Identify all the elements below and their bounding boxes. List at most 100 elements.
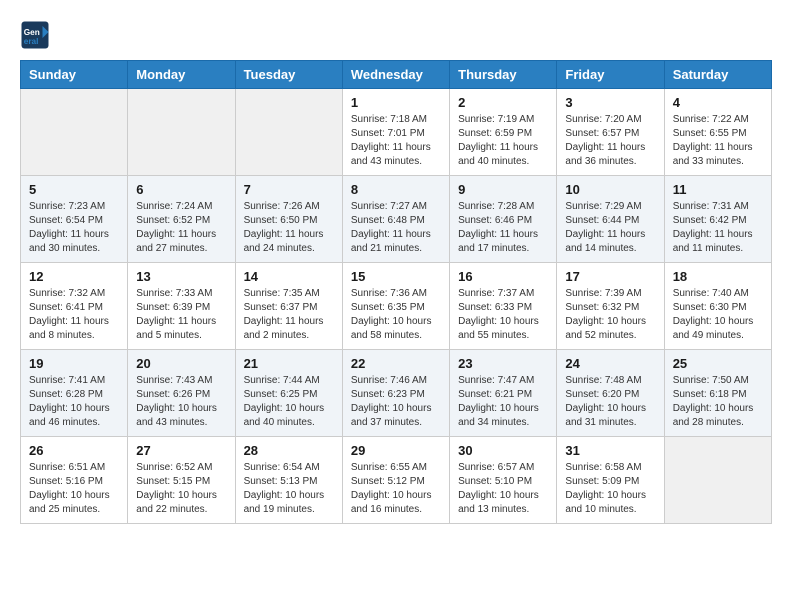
day-info: Sunrise: 7:24 AM Sunset: 6:52 PM Dayligh…: [136, 200, 226, 256]
day-info: Sunrise: 7:28 AM Sunset: 6:46 PM Dayligh…: [458, 200, 548, 256]
calendar-cell: 13 Sunrise: 7:33 AM Sunset: 6:39 PM Dayli…: [128, 263, 235, 350]
column-header-wednesday: Wednesday: [342, 61, 449, 89]
day-number: 3: [565, 95, 655, 110]
day-number: 29: [351, 443, 441, 458]
calendar-cell: 14 Sunrise: 7:35 AM Sunset: 6:37 PM Dayli…: [235, 263, 342, 350]
column-header-thursday: Thursday: [450, 61, 557, 89]
day-info: Sunrise: 7:48 AM Sunset: 6:20 PM Dayligh…: [565, 374, 655, 430]
day-number: 13: [136, 269, 226, 284]
calendar-cell: 3 Sunrise: 7:20 AM Sunset: 6:57 PM Daylig…: [557, 89, 664, 176]
day-number: 23: [458, 356, 548, 371]
day-number: 28: [244, 443, 334, 458]
svg-text:eral: eral: [24, 37, 39, 46]
day-number: 17: [565, 269, 655, 284]
day-info: Sunrise: 6:52 AM Sunset: 5:15 PM Dayligh…: [136, 461, 226, 517]
day-number: 21: [244, 356, 334, 371]
calendar-header-row: SundayMondayTuesdayWednesdayThursdayFrid…: [21, 61, 772, 89]
calendar-week-row: 5 Sunrise: 7:23 AM Sunset: 6:54 PM Daylig…: [21, 176, 772, 263]
day-info: Sunrise: 7:46 AM Sunset: 6:23 PM Dayligh…: [351, 374, 441, 430]
day-info: Sunrise: 7:32 AM Sunset: 6:41 PM Dayligh…: [29, 287, 119, 343]
day-number: 19: [29, 356, 119, 371]
calendar-cell: 2 Sunrise: 7:19 AM Sunset: 6:59 PM Daylig…: [450, 89, 557, 176]
column-header-sunday: Sunday: [21, 61, 128, 89]
calendar-cell: 19 Sunrise: 7:41 AM Sunset: 6:28 PM Dayli…: [21, 350, 128, 437]
day-info: Sunrise: 6:57 AM Sunset: 5:10 PM Dayligh…: [458, 461, 548, 517]
day-number: 11: [673, 182, 763, 197]
day-number: 16: [458, 269, 548, 284]
day-info: Sunrise: 7:29 AM Sunset: 6:44 PM Dayligh…: [565, 200, 655, 256]
day-number: 2: [458, 95, 548, 110]
day-info: Sunrise: 7:37 AM Sunset: 6:33 PM Dayligh…: [458, 287, 548, 343]
calendar-cell: 21 Sunrise: 7:44 AM Sunset: 6:25 PM Dayli…: [235, 350, 342, 437]
column-header-tuesday: Tuesday: [235, 61, 342, 89]
day-number: 12: [29, 269, 119, 284]
day-number: 10: [565, 182, 655, 197]
day-number: 30: [458, 443, 548, 458]
logo-icon: Gen eral: [20, 20, 50, 50]
day-info: Sunrise: 7:35 AM Sunset: 6:37 PM Dayligh…: [244, 287, 334, 343]
day-number: 6: [136, 182, 226, 197]
day-info: Sunrise: 7:23 AM Sunset: 6:54 PM Dayligh…: [29, 200, 119, 256]
calendar-cell: 5 Sunrise: 7:23 AM Sunset: 6:54 PM Daylig…: [21, 176, 128, 263]
day-number: 1: [351, 95, 441, 110]
calendar-cell: [128, 89, 235, 176]
calendar-cell: 29Sunrise: 6:55 AM Sunset: 5:12 PM Dayli…: [342, 437, 449, 524]
calendar-cell: 4 Sunrise: 7:22 AM Sunset: 6:55 PM Daylig…: [664, 89, 771, 176]
calendar-cell: 12 Sunrise: 7:32 AM Sunset: 6:41 PM Dayli…: [21, 263, 128, 350]
calendar-cell: 7Sunrise: 7:26 AM Sunset: 6:50 PM Daylig…: [235, 176, 342, 263]
calendar-cell: 22 Sunrise: 7:46 AM Sunset: 6:23 PM Dayli…: [342, 350, 449, 437]
day-number: 26: [29, 443, 119, 458]
day-info: Sunrise: 6:51 AM Sunset: 5:16 PM Dayligh…: [29, 461, 119, 517]
calendar-cell: 9 Sunrise: 7:28 AM Sunset: 6:46 PM Daylig…: [450, 176, 557, 263]
calendar-cell: 24 Sunrise: 7:48 AM Sunset: 6:20 PM Dayli…: [557, 350, 664, 437]
logo: Gen eral: [20, 20, 54, 50]
calendar-cell: 25 Sunrise: 7:50 AM Sunset: 6:18 PM Dayli…: [664, 350, 771, 437]
column-header-saturday: Saturday: [664, 61, 771, 89]
calendar-week-row: 1 Sunrise: 7:18 AM Sunset: 7:01 PM Daylig…: [21, 89, 772, 176]
day-number: 18: [673, 269, 763, 284]
page-header: Gen eral: [20, 20, 772, 50]
day-info: Sunrise: 7:43 AM Sunset: 6:26 PM Dayligh…: [136, 374, 226, 430]
day-number: 4: [673, 95, 763, 110]
calendar-cell: 6 Sunrise: 7:24 AM Sunset: 6:52 PM Daylig…: [128, 176, 235, 263]
day-info: Sunrise: 7:40 AM Sunset: 6:30 PM Dayligh…: [673, 287, 763, 343]
day-number: 9: [458, 182, 548, 197]
calendar-week-row: 12 Sunrise: 7:32 AM Sunset: 6:41 PM Dayli…: [21, 263, 772, 350]
day-info: Sunrise: 7:20 AM Sunset: 6:57 PM Dayligh…: [565, 113, 655, 169]
calendar-cell: 17Sunrise: 7:39 AM Sunset: 6:32 PM Dayli…: [557, 263, 664, 350]
day-number: 5: [29, 182, 119, 197]
day-info: Sunrise: 7:22 AM Sunset: 6:55 PM Dayligh…: [673, 113, 763, 169]
day-number: 31: [565, 443, 655, 458]
calendar-cell: 30 Sunrise: 6:57 AM Sunset: 5:10 PM Dayli…: [450, 437, 557, 524]
calendar-table: SundayMondayTuesdayWednesdayThursdayFrid…: [20, 60, 772, 524]
day-info: Sunrise: 7:33 AM Sunset: 6:39 PM Dayligh…: [136, 287, 226, 343]
calendar-cell: 20Sunrise: 7:43 AM Sunset: 6:26 PM Dayli…: [128, 350, 235, 437]
day-number: 25: [673, 356, 763, 371]
calendar-week-row: 19 Sunrise: 7:41 AM Sunset: 6:28 PM Dayli…: [21, 350, 772, 437]
calendar-cell: [664, 437, 771, 524]
calendar-cell: 28Sunrise: 6:54 AM Sunset: 5:13 PM Dayli…: [235, 437, 342, 524]
calendar-cell: 15Sunrise: 7:36 AM Sunset: 6:35 PM Dayli…: [342, 263, 449, 350]
calendar-cell: 26 Sunrise: 6:51 AM Sunset: 5:16 PM Dayli…: [21, 437, 128, 524]
day-info: Sunrise: 7:41 AM Sunset: 6:28 PM Dayligh…: [29, 374, 119, 430]
day-number: 22: [351, 356, 441, 371]
column-header-monday: Monday: [128, 61, 235, 89]
day-number: 24: [565, 356, 655, 371]
day-info: Sunrise: 7:50 AM Sunset: 6:18 PM Dayligh…: [673, 374, 763, 430]
day-info: Sunrise: 7:47 AM Sunset: 6:21 PM Dayligh…: [458, 374, 548, 430]
day-info: Sunrise: 7:36 AM Sunset: 6:35 PM Dayligh…: [351, 287, 441, 343]
day-number: 14: [244, 269, 334, 284]
calendar-cell: [21, 89, 128, 176]
calendar-cell: 1 Sunrise: 7:18 AM Sunset: 7:01 PM Daylig…: [342, 89, 449, 176]
day-info: Sunrise: 7:27 AM Sunset: 6:48 PM Dayligh…: [351, 200, 441, 256]
svg-text:Gen: Gen: [24, 28, 40, 37]
day-info: Sunrise: 6:58 AM Sunset: 5:09 PM Dayligh…: [565, 461, 655, 517]
calendar-cell: 8 Sunrise: 7:27 AM Sunset: 6:48 PM Daylig…: [342, 176, 449, 263]
calendar-cell: 11Sunrise: 7:31 AM Sunset: 6:42 PM Dayli…: [664, 176, 771, 263]
day-number: 8: [351, 182, 441, 197]
calendar-cell: [235, 89, 342, 176]
day-info: Sunrise: 7:19 AM Sunset: 6:59 PM Dayligh…: [458, 113, 548, 169]
day-info: Sunrise: 7:44 AM Sunset: 6:25 PM Dayligh…: [244, 374, 334, 430]
day-info: Sunrise: 7:18 AM Sunset: 7:01 PM Dayligh…: [351, 113, 441, 169]
calendar-cell: 16 Sunrise: 7:37 AM Sunset: 6:33 PM Dayli…: [450, 263, 557, 350]
